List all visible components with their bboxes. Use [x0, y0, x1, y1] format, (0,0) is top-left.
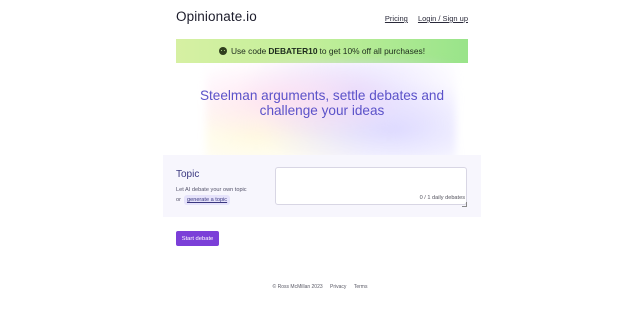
promo-prefix: Use code [230, 46, 267, 56]
hero-title-line-2: challenge your ideas [259, 103, 385, 118]
top-nav: Pricing Login / Sign up [377, 14, 468, 23]
pricing-link[interactable]: Pricing [385, 14, 408, 23]
topic-panel: Topic Let AI debate your own topic or gen… [163, 155, 481, 217]
generate-topic-link[interactable]: generate a topic [183, 195, 231, 205]
terms-link[interactable]: Terms [354, 284, 368, 290]
topic-description: Let AI debate your own topic or generate … [176, 185, 247, 205]
promo-code: DEBATER10 [268, 46, 318, 56]
topic-desc-or: or [176, 197, 181, 203]
privacy-link[interactable]: Privacy [330, 284, 346, 290]
hero: Steelman arguments, settle debates and c… [176, 60, 468, 160]
hero-title: Steelman arguments, settle debates and c… [176, 88, 468, 118]
login-signup-link[interactable]: Login / Sign up [418, 14, 468, 23]
logo[interactable]: Opinionate.io [176, 9, 257, 24]
footer: © Ross McMillan 2023 Privacy Terms [0, 284, 640, 290]
copyright: © Ross McMillan 2023 [272, 284, 323, 290]
topic-desc-line: Let AI debate your own topic [176, 187, 247, 193]
promo-suffix: to get 10% off all purchases! [319, 46, 426, 56]
smiley-icon [218, 47, 227, 55]
hero-title-line-1: Steelman arguments, settle debates and [199, 88, 445, 103]
daily-debates-counter: 0 / 1 daily debates [419, 195, 465, 201]
resize-handle-icon[interactable] [462, 202, 467, 207]
topic-title: Topic [176, 169, 200, 180]
start-debate-button[interactable]: Start debate [176, 231, 219, 246]
header: Opinionate.io Pricing Login / Sign up [176, 9, 468, 29]
page: Opinionate.io Pricing Login / Sign up Us… [0, 0, 640, 334]
